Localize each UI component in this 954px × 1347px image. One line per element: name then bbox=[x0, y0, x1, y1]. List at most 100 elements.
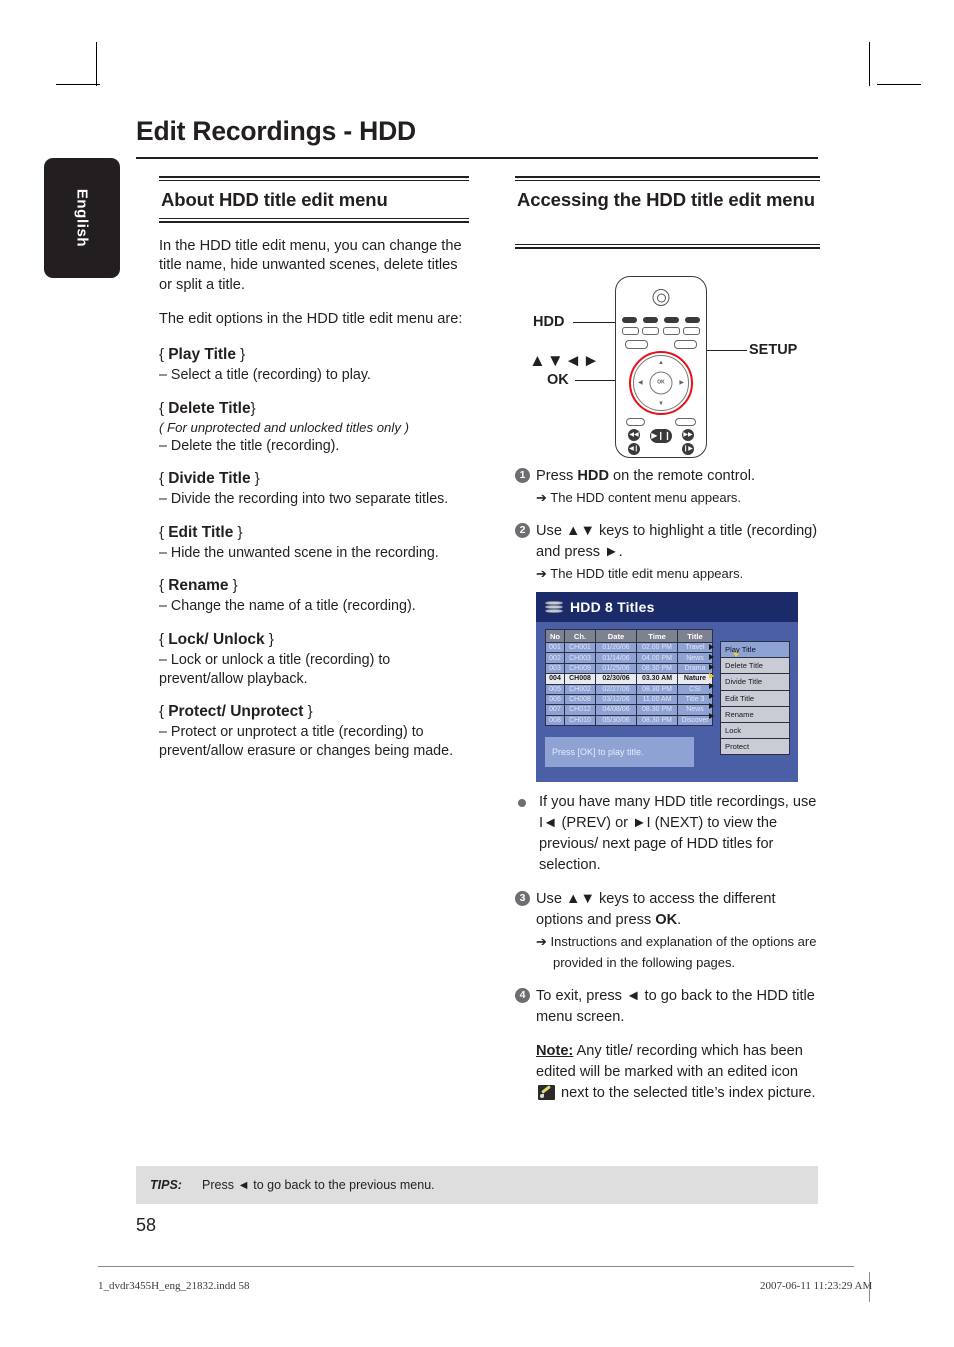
osd-column-header: No bbox=[545, 629, 565, 643]
prev-button[interactable]: ◀❙ bbox=[628, 443, 640, 455]
nav-left-icon[interactable]: ◀ bbox=[638, 380, 643, 386]
option-heading: { Edit Title } bbox=[159, 523, 243, 541]
source-button[interactable] bbox=[662, 327, 680, 335]
osd-menu-item[interactable]: Rename bbox=[721, 707, 789, 723]
osd-cell-date: 01/25/06 bbox=[595, 662, 637, 675]
osd-cell-title: Discover bbox=[677, 714, 713, 727]
dvd-source-button[interactable] bbox=[643, 317, 658, 323]
timer-button[interactable] bbox=[625, 340, 648, 349]
osd-cell-title: Drama bbox=[677, 662, 713, 675]
nav-down-icon[interactable]: ▼ bbox=[658, 401, 664, 407]
rewind-button[interactable]: ◀◀ bbox=[628, 429, 640, 441]
nav-up-icon[interactable]: ▲ bbox=[658, 360, 664, 366]
clear-button[interactable] bbox=[682, 327, 700, 335]
osd-table-row[interactable]: 004 CH008 02/30/06 03.30 AM Nature bbox=[545, 673, 713, 685]
option-description: – Change the name of a title (recording)… bbox=[159, 598, 416, 615]
osd-cell-no: 005 bbox=[545, 683, 565, 695]
instruction-step: 3 Use ▲▼ keys to access the different opt… bbox=[515, 889, 823, 973]
language-tab: English bbox=[44, 158, 120, 278]
crop-mark-top-left-vertical bbox=[96, 42, 97, 86]
osd-edit-menu: Play Title Delete Title Divide Title Edit T… bbox=[720, 641, 790, 756]
option-heading: { Divide Title } bbox=[159, 470, 260, 488]
play-pause-button[interactable]: ▶❙❙ bbox=[650, 429, 672, 443]
tv-button[interactable] bbox=[642, 327, 660, 335]
navigation-pad[interactable]: ▲ ▼ ◀ ▶ OK bbox=[633, 355, 689, 411]
tips-label: TIPS: bbox=[150, 1178, 182, 1192]
row-caret-icon bbox=[709, 653, 714, 660]
step-number: 2 bbox=[515, 523, 530, 538]
ok-button[interactable]: OK bbox=[649, 371, 673, 395]
osd-cell-time: 03.30 AM bbox=[636, 673, 678, 685]
steps-bottom-group: 3 Use ▲▼ keys to access the different opt… bbox=[515, 889, 823, 1104]
option-description: – Select a title (recording) to play. bbox=[159, 367, 371, 384]
crop-mark-top-left-horizontal bbox=[56, 84, 100, 85]
osd-cell-time: 08.30 PM bbox=[636, 683, 678, 695]
instruction-step: 1 Press HDD on the remote control. ➔ The H… bbox=[515, 466, 823, 508]
osd-menu-item[interactable]: Protect bbox=[721, 739, 789, 754]
step-number: 3 bbox=[515, 891, 530, 906]
osd-cell-title: Travel bbox=[677, 641, 713, 654]
option-note: ( For unprotected and unlocked titles on… bbox=[159, 419, 409, 435]
next-button[interactable]: ❙▶ bbox=[682, 443, 694, 455]
page-number: 58 bbox=[136, 1215, 157, 1235]
osd-cell-time: 08.30 PM bbox=[636, 662, 678, 675]
osd-cell-no: 002 bbox=[545, 652, 565, 664]
osd-menu-item[interactable]: Delete Title bbox=[721, 658, 789, 675]
tips-text: Press ◄ to go back to the previous menu. bbox=[202, 1178, 435, 1192]
tuner-source-button[interactable] bbox=[685, 317, 700, 323]
osd-cell-no: 004 bbox=[545, 673, 565, 685]
step-number: 1 bbox=[515, 468, 530, 483]
note-block: Note: Any title/ recording which has bee… bbox=[515, 1041, 823, 1104]
osd-cell-date: 01/14/06 bbox=[595, 652, 637, 664]
osd-table-row[interactable]: 002 CH003 01/14/06 04.00 PM News bbox=[545, 652, 713, 664]
select-button[interactable] bbox=[622, 327, 639, 335]
osd-table-body: 001 CH001 01/20/06 02.00 PM Travel 002 CH003 01… bbox=[545, 641, 713, 727]
osd-table-row[interactable]: 001 CH001 01/20/06 02.00 PM Travel bbox=[545, 641, 713, 654]
secondary-button-row bbox=[622, 327, 700, 335]
instruction-step: 4 To exit, press ◄ to go back to the HDD … bbox=[515, 986, 823, 1028]
osd-table-row[interactable]: 008 CH010 05/30/06 08.30 PM Discover bbox=[545, 714, 713, 727]
row-caret-icon bbox=[709, 663, 714, 670]
hdd-source-button[interactable] bbox=[622, 317, 637, 323]
osd-menu-item[interactable]: Lock bbox=[721, 723, 789, 740]
edited-icon bbox=[538, 1085, 555, 1100]
osd-cell-no: 008 bbox=[545, 714, 565, 727]
step-text: Press HDD on the remote control. ➔ The HD… bbox=[536, 468, 756, 505]
osd-cell-ch: CH008 bbox=[564, 673, 596, 685]
osd-table-row[interactable]: 005 CH002 02/27/06 08.30 PM CSI bbox=[545, 683, 713, 695]
back-button[interactable] bbox=[626, 418, 645, 426]
osd-cell-ch: CH003 bbox=[564, 652, 596, 664]
nav-right-icon[interactable]: ▶ bbox=[679, 380, 684, 386]
osd-column-header: Time bbox=[636, 629, 678, 643]
audio-source-button[interactable] bbox=[664, 317, 679, 323]
osd-screenshot: HDD 8 Titles No Ch. Date Time Title 001 CH001… bbox=[536, 592, 798, 782]
footer-crop-bar bbox=[869, 1272, 870, 1302]
display-button[interactable] bbox=[675, 418, 696, 426]
osd-menu-item[interactable]: Edit Title bbox=[721, 691, 789, 707]
remote-label-setup: SETUP bbox=[749, 342, 798, 358]
osd-cell-date: 02/30/06 bbox=[595, 673, 637, 685]
osd-menu-item[interactable]: Divide Title bbox=[721, 674, 789, 691]
osd-cell-ch: CH009 bbox=[564, 662, 596, 675]
osd-cell-no: 001 bbox=[545, 641, 565, 654]
page-title-rule bbox=[136, 157, 818, 159]
osd-cell-title: CSI bbox=[677, 683, 713, 695]
osd-cell-ch: CH010 bbox=[564, 714, 596, 727]
instruction-steps-lower: If you have many HDD title recordings, u… bbox=[515, 792, 823, 1117]
setup-button[interactable] bbox=[674, 340, 697, 349]
left-section-title: About HDD title edit menu bbox=[161, 189, 388, 210]
osd-cell-no: 007 bbox=[545, 704, 565, 716]
navigation-ring-highlight: ▲ ▼ ◀ ▶ OK bbox=[629, 351, 693, 415]
leader-line-hdd bbox=[573, 322, 619, 324]
row-caret-icon bbox=[709, 692, 714, 699]
osd-table-row[interactable]: 003 CH009 01/25/06 08.30 PM Drama bbox=[545, 662, 713, 675]
row-caret-icon bbox=[709, 702, 714, 709]
steps-top-group: 1 Press HDD on the remote control. ➔ The H… bbox=[515, 466, 823, 584]
osd-table-row[interactable]: 007 CH012 04/08/06 08.30 PM News bbox=[545, 704, 713, 716]
forward-button[interactable]: ▶▶ bbox=[682, 429, 694, 441]
osd-menu-item[interactable]: Play Title bbox=[721, 642, 789, 659]
right-section-title: Accessing the HDD title edit menu bbox=[517, 189, 815, 210]
osd-table-row[interactable]: 006 CH008 03/12/06 11.00 AM Title 3 bbox=[545, 693, 713, 706]
osd-footer-hint: Press [OK] to play title. bbox=[545, 737, 694, 767]
step-text: Use ▲▼ keys to access the different opti… bbox=[536, 891, 817, 970]
